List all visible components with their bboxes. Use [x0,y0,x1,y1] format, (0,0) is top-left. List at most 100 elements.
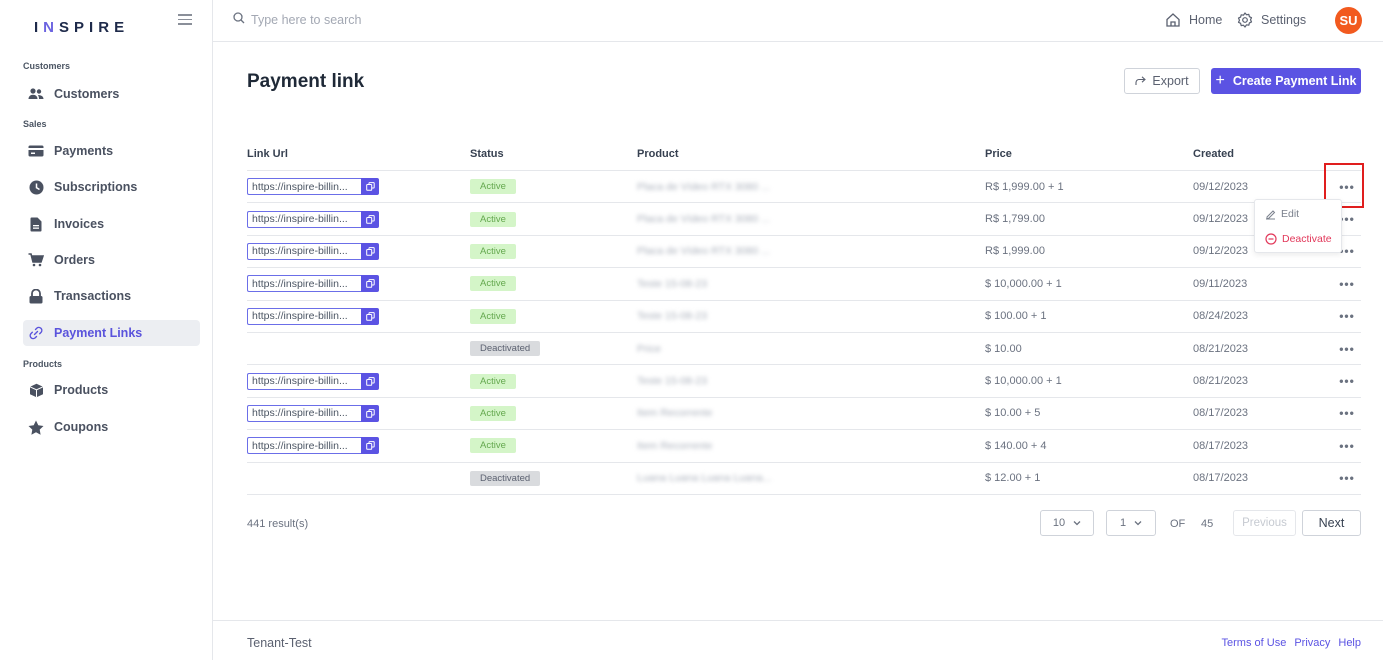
copy-icon[interactable] [361,404,379,422]
link-url-input[interactable]: https://inspire-billin... [247,178,361,196]
users-icon [27,85,45,103]
create-payment-link-button[interactable]: + Create Payment Link [1211,68,1361,94]
cell-price: R$ 1,799.00 [985,213,1045,226]
copy-icon[interactable] [361,242,379,260]
search-input[interactable] [251,12,551,27]
section-label-customers: Customers [23,61,71,71]
link-url-input[interactable]: https://inspire-billin... [247,372,361,390]
table-header: Link Url Status Product Price Created [247,138,1361,171]
link-url-input[interactable]: https://inspire-billin... [247,210,361,228]
copy-icon[interactable] [361,210,379,228]
sidebar-item-payment-links[interactable]: Payment Links [23,320,200,346]
sidebar-item-orders[interactable]: Orders [23,247,200,273]
row-actions: ••• [1333,365,1361,396]
copy-icon[interactable] [361,372,379,390]
footer: Tenant-Test Terms of Use Privacy Help [213,620,1383,660]
cell-price: R$ 1,999.00 + 1 [985,180,1064,193]
row-actions-menu: Edit Deactivate [1254,199,1342,253]
sidebar-item-coupons[interactable]: Coupons [23,414,200,440]
sidebar-item-customers[interactable]: Customers [23,81,200,107]
row-actions: ••• [1333,268,1361,299]
link-url-input[interactable]: https://inspire-billin... [247,404,361,422]
sidebar-item-transactions[interactable]: Transactions [23,283,200,309]
gear-icon [1237,12,1253,28]
sidebar-item-products[interactable]: Products [23,377,200,403]
copy-icon[interactable] [361,307,379,325]
cell-price: $ 12.00 + 1 [985,472,1041,485]
minus-circle-icon [1265,233,1277,245]
help-link[interactable]: Help [1338,637,1361,649]
status-badge: Active [470,308,516,324]
cell-status: Active [470,301,516,332]
cell-status: Active [470,171,516,202]
page-size-select[interactable]: 10 [1040,510,1094,536]
copy-icon[interactable] [361,437,379,455]
column-header-link-url: Link Url [247,148,288,160]
sidebar-item-label: Subscriptions [54,180,138,194]
user-avatar[interactable]: SU [1335,7,1362,34]
cell-link: https://inspire-billin... [247,301,379,332]
cell-created: 08/17/2023 [1193,439,1249,452]
sidebar-item-subscriptions[interactable]: Subscriptions [23,174,200,200]
link-url-field: https://inspire-billin... [247,307,379,325]
pencil-icon [1265,209,1276,220]
cell-created: 08/21/2023 [1193,375,1249,388]
more-actions-icon[interactable]: ••• [1339,471,1355,485]
more-actions-icon[interactable]: ••• [1339,342,1355,356]
menu-item-deactivate[interactable]: Deactivate [1265,233,1332,245]
sidebar-item-payments[interactable]: Payments [23,138,200,164]
deactivate-label: Deactivate [1282,233,1332,245]
more-actions-icon[interactable]: ••• [1339,277,1355,291]
more-actions-icon[interactable]: ••• [1339,309,1355,323]
sidebar-item-label: Orders [54,253,95,267]
link-url-input[interactable]: https://inspire-billin... [247,275,361,293]
status-badge: Deactivated [470,470,541,486]
export-label: Export [1152,74,1189,88]
cell-status: Deactivated [470,463,541,494]
cell-product: Placa de Vídeo RTX 3080 ... [637,171,770,202]
link-url-input[interactable]: https://inspire-billin... [247,242,361,260]
link-url-input[interactable]: https://inspire-billin... [247,307,361,325]
link-url-field: https://inspire-billin... [247,372,379,390]
hamburger-menu-icon[interactable] [178,14,192,26]
status-badge: Active [470,373,516,389]
next-button[interactable]: Next [1302,510,1361,536]
product-name: Teste 15-08-23 [637,277,708,290]
search-bar [233,12,551,27]
sidebar-item-label: Coupons [54,420,109,434]
product-name: Item Recorrente [637,407,713,420]
chevron-down-icon [1134,517,1142,529]
column-header-created: Created [1193,148,1234,160]
privacy-link[interactable]: Privacy [1294,637,1330,649]
previous-button[interactable]: Previous [1233,510,1296,536]
sidebar-item-invoices[interactable]: Invoices [23,211,200,237]
settings-link[interactable]: Settings [1237,12,1306,28]
product-name: Placa de Vídeo RTX 3080 ... [637,180,770,193]
page-size-value: 10 [1052,517,1066,529]
export-button[interactable]: Export [1124,68,1200,94]
file-icon [27,215,45,233]
more-actions-icon[interactable]: ••• [1339,439,1355,453]
terms-link[interactable]: Terms of Use [1222,637,1287,649]
sidebar-item-label: Customers [54,87,120,101]
copy-icon[interactable] [361,178,379,196]
cell-product: Item Recorrente [637,398,712,429]
home-link[interactable]: Home [1165,12,1222,28]
app-logo[interactable]: INSPIRE [34,19,129,36]
table-row: https://inspire-billin... Active Placa d… [247,236,1361,269]
menu-item-edit[interactable]: Edit [1265,208,1299,220]
table-row: https://inspire-billin... Active Teste 1… [247,365,1361,398]
more-actions-icon[interactable]: ••• [1339,374,1355,388]
settings-label: Settings [1261,13,1307,27]
product-name: Price [637,342,661,355]
cell-status: Active [470,365,516,396]
link-url-input[interactable]: https://inspire-billin... [247,437,361,455]
chevron-down-icon [1073,517,1081,529]
search-icon [233,12,245,27]
row-actions: ••• [1333,430,1361,461]
copy-icon[interactable] [361,275,379,293]
more-actions-icon[interactable]: ••• [1339,406,1355,420]
cell-status: Deactivated [470,333,541,364]
current-page-select[interactable]: 1 [1106,510,1156,536]
cell-price: $ 10,000.00 + 1 [985,375,1062,388]
